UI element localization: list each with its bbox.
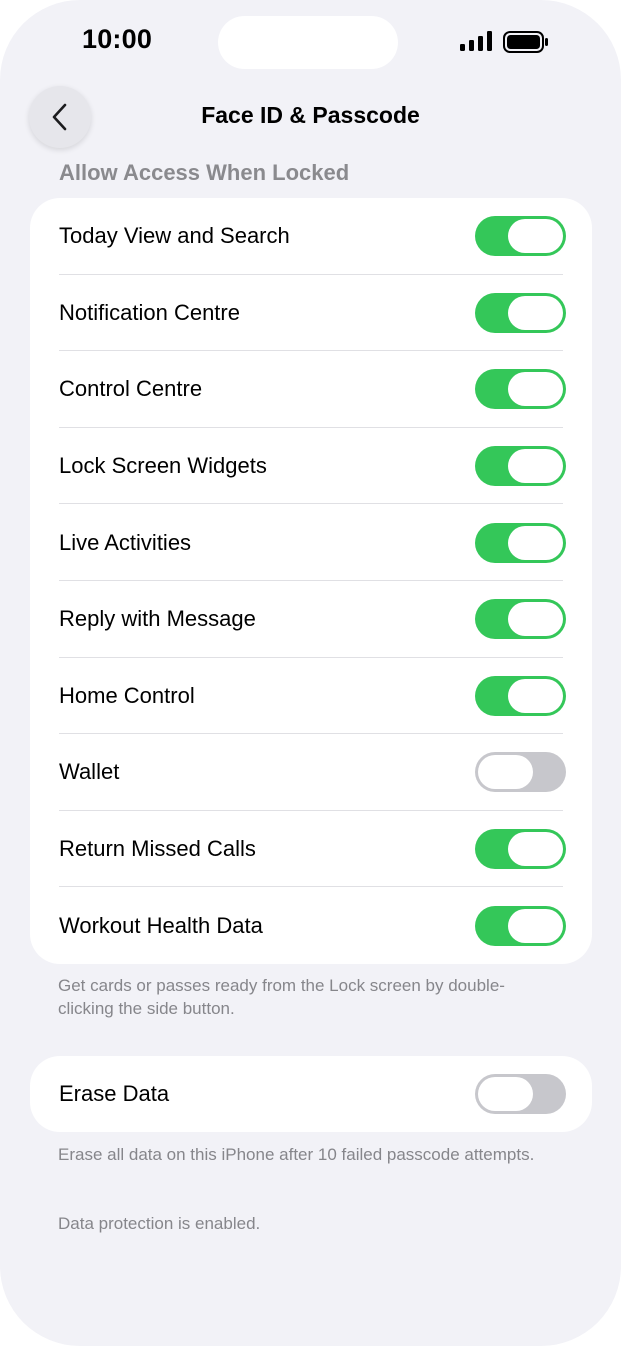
today-view-and-search-toggle[interactable] xyxy=(475,216,566,257)
toggle-knob xyxy=(508,295,563,330)
erase-data-group: Erase Data xyxy=(30,1056,592,1132)
setting-label: Lock Screen Widgets xyxy=(59,453,267,479)
setting-label: Reply with Message xyxy=(59,606,256,632)
erase-data-label: Erase Data xyxy=(59,1081,170,1106)
toggle-knob xyxy=(508,449,563,484)
setting-row-today-view-and-search: Today View and Search xyxy=(30,198,592,275)
dynamic-island xyxy=(218,16,398,69)
toggle-knob xyxy=(508,525,563,560)
setting-label: Home Control xyxy=(59,682,195,708)
lock-screen-widgets-toggle[interactable] xyxy=(475,446,566,487)
setting-label: Workout Health Data xyxy=(59,912,263,938)
setting-row-reply-with-message: Reply with Message xyxy=(30,581,592,658)
toggle-knob xyxy=(508,602,563,637)
wallet-footnote: Get cards or passes ready from the Lock … xyxy=(58,976,505,1018)
toggle-knob xyxy=(508,908,563,943)
lock-access-list: Today View and Search Notification Centre… xyxy=(30,198,592,964)
phone-screen: 10:00 Face ID & Passcode Allow Access Wh… xyxy=(0,0,621,1346)
setting-label: Wallet xyxy=(59,759,120,785)
erase-data-toggle[interactable] xyxy=(475,1074,566,1114)
setting-label: Notification Centre xyxy=(59,299,240,325)
toggle-knob xyxy=(508,678,563,713)
return-missed-calls-toggle[interactable] xyxy=(475,829,566,870)
toggle-knob xyxy=(478,1077,533,1111)
setting-row-notification-centre: Notification Centre xyxy=(30,275,592,352)
setting-label: Today View and Search xyxy=(59,223,290,249)
toggle-knob xyxy=(508,832,563,867)
live-activities-toggle[interactable] xyxy=(475,522,566,563)
section-header: Allow Access When Locked xyxy=(59,160,350,185)
reply-with-message-toggle[interactable] xyxy=(475,599,566,640)
setting-row-live-activities: Live Activities xyxy=(30,504,592,581)
setting-row-home-control: Home Control xyxy=(30,658,592,735)
setting-row-control-centre: Control Centre xyxy=(30,351,592,428)
toggle-knob xyxy=(508,372,563,407)
setting-row-workout-health-data: Workout Health Data xyxy=(30,887,592,964)
erase-data-row: Erase Data xyxy=(30,1056,592,1132)
cellular-signal-icon xyxy=(460,31,492,51)
setting-row-lock-screen-widgets: Lock Screen Widgets xyxy=(30,428,592,505)
workout-health-data-toggle[interactable] xyxy=(475,905,566,946)
notification-centre-toggle[interactable] xyxy=(475,292,566,333)
battery-icon xyxy=(503,31,548,53)
toggle-knob xyxy=(478,755,533,790)
page-title: Face ID & Passcode xyxy=(201,102,420,128)
toggle-knob xyxy=(508,219,563,254)
setting-row-wallet: Wallet xyxy=(30,734,592,811)
setting-row-return-missed-calls: Return Missed Calls xyxy=(30,811,592,888)
setting-label: Control Centre xyxy=(59,376,203,402)
erase-data-footnote: Erase all data on this iPhone after 10 f… xyxy=(58,1145,535,1164)
setting-label: Live Activities xyxy=(59,529,192,555)
status-time: 10:00 xyxy=(82,24,153,54)
setting-label: Return Missed Calls xyxy=(59,836,256,862)
data-protection-note: Data protection is enabled. xyxy=(58,1214,261,1233)
control-centre-toggle[interactable] xyxy=(475,369,566,410)
wallet-toggle[interactable] xyxy=(475,752,566,793)
home-control-toggle[interactable] xyxy=(475,675,566,716)
